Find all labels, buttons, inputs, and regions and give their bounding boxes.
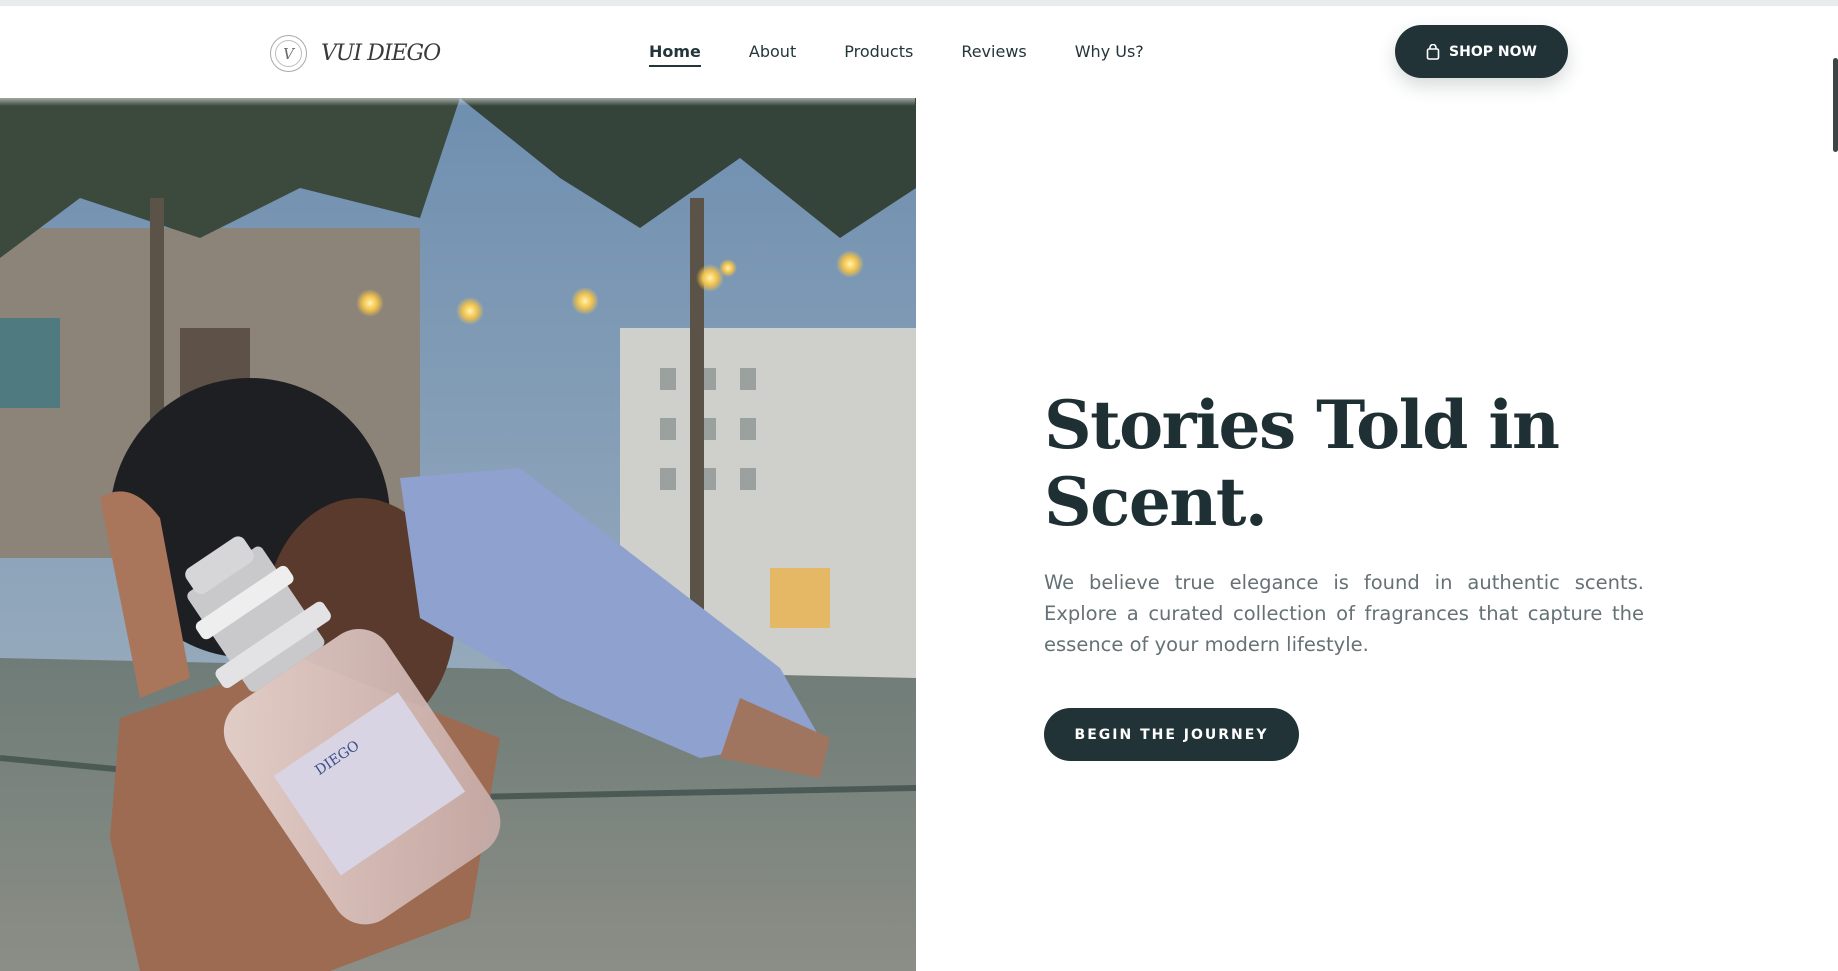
page-scrollbar[interactable] bbox=[1833, 58, 1838, 152]
hero-description: We believe true elegance is found in aut… bbox=[1044, 571, 1644, 656]
nav-link-reviews[interactable]: Reviews bbox=[961, 42, 1026, 67]
shop-now-button[interactable]: SHOP NOW bbox=[1395, 25, 1568, 78]
brand-logo[interactable]: V VUI DIEGO bbox=[270, 35, 441, 72]
main-navigation: Home About Products Reviews Why Us? bbox=[649, 42, 1144, 67]
hero-title-line-1: Stories Told in bbox=[1044, 386, 1560, 464]
shop-now-label: SHOP NOW bbox=[1449, 43, 1537, 60]
hero-content: Stories Told in Scent. We believe true e… bbox=[1044, 387, 1644, 761]
site-header: V VUI DIEGO Home About Products Reviews … bbox=[0, 6, 1838, 98]
logo-emblem-letter: V bbox=[275, 40, 302, 67]
hero-title: Stories Told in Scent. bbox=[1044, 387, 1644, 541]
shopping-bag-icon bbox=[1426, 43, 1440, 60]
begin-journey-button[interactable]: BEGIN THE JOURNEY bbox=[1044, 708, 1299, 761]
hero-photo-illustration: DIEGO bbox=[0, 98, 916, 971]
nav-link-home[interactable]: Home bbox=[649, 42, 701, 67]
nav-link-why-us[interactable]: Why Us? bbox=[1075, 42, 1144, 67]
hero-title-line-2: Scent. bbox=[1044, 463, 1268, 541]
logo-emblem-icon: V bbox=[270, 35, 307, 72]
hero-photo: DIEGO bbox=[0, 98, 916, 971]
nav-link-about[interactable]: About bbox=[749, 42, 796, 67]
logo-wordmark: VUI DIEGO bbox=[321, 41, 441, 66]
nav-link-products[interactable]: Products bbox=[844, 42, 913, 67]
